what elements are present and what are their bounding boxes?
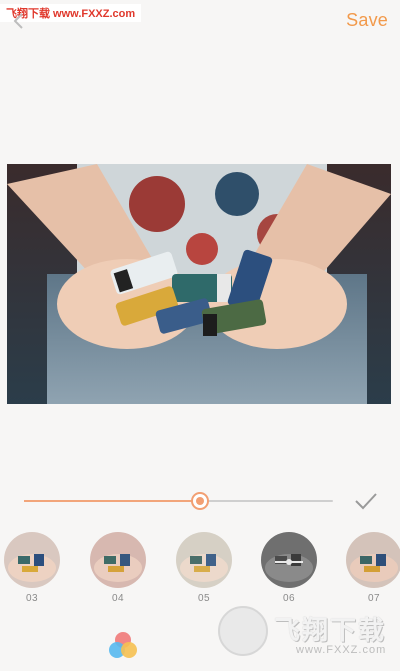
filter-thumbnail[interactable] <box>90 532 146 588</box>
filter-label: 06 <box>282 593 296 604</box>
filter-item[interactable]: 07 <box>344 532 400 604</box>
filter-item[interactable]: 05 <box>174 532 234 604</box>
watermark-url: www.FXXZ.com <box>296 644 387 656</box>
watermark-bottom: 飞翔下载 www.FXXZ.com <box>218 604 400 662</box>
slider-fill <box>24 500 201 502</box>
palette-icon[interactable] <box>106 630 140 660</box>
filter-strip: 03 04 05 06 07 <box>0 532 400 607</box>
filter-item[interactable]: 03 <box>2 532 62 604</box>
watermark-logo-icon <box>218 606 268 656</box>
filter-label: 04 <box>111 593 125 604</box>
filter-thumbnail[interactable] <box>261 532 317 588</box>
back-icon[interactable] <box>8 10 30 32</box>
filter-thumbnail[interactable] <box>176 532 232 588</box>
filter-thumbnail[interactable] <box>346 532 400 588</box>
save-button[interactable]: Save <box>346 10 388 31</box>
filter-label: 07 <box>367 593 381 604</box>
watermark-title: 飞翔下载 <box>274 615 387 645</box>
slider-track[interactable] <box>24 500 333 502</box>
filter-thumbnail[interactable] <box>4 532 60 588</box>
filter-item[interactable]: 04 <box>88 532 148 604</box>
filter-label: 03 <box>25 593 39 604</box>
intensity-slider[interactable] <box>0 480 400 520</box>
check-icon[interactable] <box>353 490 379 512</box>
filter-label: 05 <box>197 593 211 604</box>
slider-handle[interactable] <box>191 492 210 510</box>
filter-item[interactable]: 06 <box>259 532 319 604</box>
photo-preview <box>7 164 391 404</box>
